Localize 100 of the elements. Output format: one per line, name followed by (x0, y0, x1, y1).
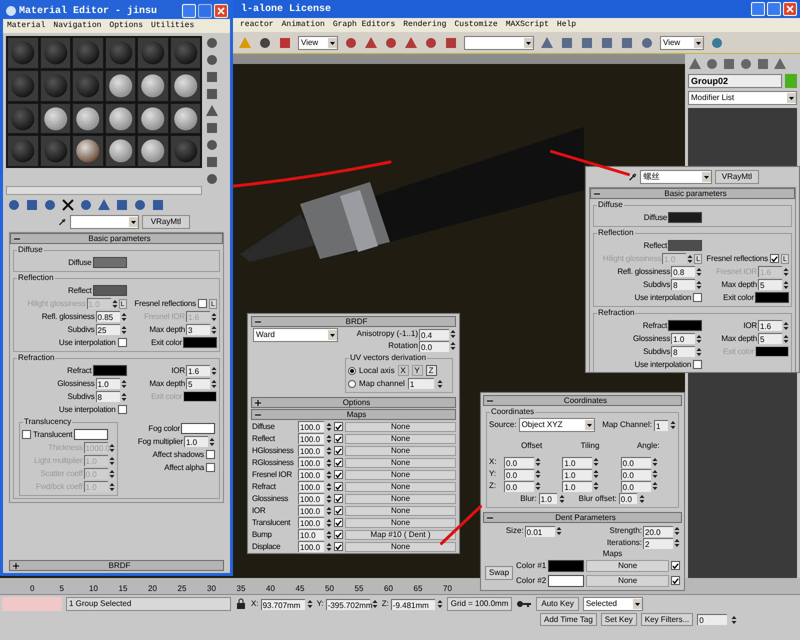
script-listener-field[interactable] (2, 597, 62, 611)
panel-tab-icon[interactable] (705, 57, 719, 71)
checkbox[interactable] (334, 482, 343, 491)
spinner-icon[interactable] (670, 420, 676, 430)
spinner-field[interactable]: 8 (96, 391, 120, 402)
menu-item[interactable]: Animation (282, 19, 325, 31)
checkbox[interactable] (693, 360, 702, 369)
side-tool-icon[interactable] (205, 53, 219, 67)
material-type-button[interactable]: VRayMtl (714, 170, 759, 184)
spinner-icon[interactable] (326, 506, 332, 516)
color-swatch[interactable] (548, 574, 584, 586)
color-swatch[interactable] (92, 257, 127, 268)
checkbox[interactable] (118, 405, 127, 414)
material-sample-slot[interactable] (170, 70, 201, 102)
checkbox[interactable] (671, 576, 680, 585)
spinner-field[interactable]: 1 (654, 420, 668, 430)
spinner-icon[interactable] (326, 434, 332, 444)
color-swatch[interactable] (74, 429, 108, 440)
spinner-field[interactable]: 8 (671, 346, 696, 357)
map-button[interactable]: Map #10 ( Dent ) (345, 530, 456, 540)
spinner-icon[interactable] (326, 542, 332, 552)
spinner-field[interactable]: 10.0 (298, 529, 324, 540)
spinner-field[interactable]: 1.6 (186, 365, 210, 376)
material-sample-slot[interactable] (137, 70, 168, 102)
panel-tab-icon[interactable] (688, 57, 702, 71)
source-dropdown[interactable]: Object XYZ (518, 418, 595, 432)
menu-item[interactable]: Utilities (151, 20, 194, 32)
spinner-field[interactable]: 100.0 (298, 493, 324, 504)
collapse-icon[interactable] (255, 412, 261, 418)
axis-button[interactable]: Z (426, 365, 437, 376)
menu-item[interactable]: Graph Editors (332, 19, 396, 31)
panel-tab-icon[interactable] (722, 57, 736, 71)
checkbox[interactable] (334, 446, 343, 455)
map-button[interactable]: None (345, 482, 456, 492)
rollout-header[interactable]: Basic parameters (590, 188, 795, 199)
color-swatch[interactable] (668, 240, 702, 251)
swap-button[interactable]: Swap (485, 566, 514, 580)
material-sample-slot[interactable] (170, 102, 201, 134)
checkbox[interactable] (693, 293, 702, 302)
map-button[interactable]: None (345, 422, 456, 432)
spinner-field[interactable]: 100.0 (298, 541, 324, 552)
collapse-icon[interactable] (255, 318, 261, 324)
collapse-icon[interactable] (487, 514, 493, 520)
side-tool-icon[interactable] (205, 138, 219, 152)
color-swatch[interactable] (92, 285, 127, 296)
checkbox[interactable] (206, 463, 215, 472)
spinner-field[interactable]: 100.0 (298, 481, 324, 492)
spinner-icon[interactable] (326, 458, 332, 468)
spinner-field[interactable]: 100.0 (298, 517, 324, 528)
add-time-tag-button[interactable]: Add Time Tag (540, 613, 597, 626)
side-tool-icon[interactable] (205, 70, 219, 84)
checkbox[interactable] (334, 494, 343, 503)
spinner-field[interactable]: -395.702mm (326, 598, 370, 610)
radio-button[interactable] (348, 366, 356, 374)
collapse-icon[interactable] (487, 398, 493, 404)
color-swatch[interactable] (548, 560, 584, 572)
expand-icon[interactable] (255, 400, 261, 406)
spinner-icon[interactable] (326, 422, 332, 432)
material-sample-slot[interactable] (40, 102, 71, 134)
spinner-icon[interactable] (326, 482, 332, 492)
brdf-type-dropdown[interactable]: Ward (253, 328, 338, 342)
restore-button[interactable] (767, 2, 781, 16)
side-tool-icon[interactable] (205, 172, 219, 186)
selection-set-dropdown[interactable] (464, 36, 534, 50)
map-button[interactable]: None (345, 506, 456, 516)
color-swatch[interactable] (92, 365, 127, 376)
map-button[interactable]: None (345, 542, 456, 552)
map-button[interactable]: None (345, 518, 456, 528)
spinner-field[interactable]: 1.0 (96, 378, 120, 389)
checkbox[interactable] (334, 530, 343, 539)
spinner-field[interactable]: 0.8 (671, 266, 696, 277)
spinner-field[interactable]: 1 (408, 378, 434, 389)
spinner-field[interactable]: 100.0 (298, 469, 324, 480)
set-key-button[interactable]: Set Key (600, 613, 637, 626)
spinner-field[interactable]: 0.0 (504, 468, 534, 480)
auto-key-button[interactable]: Auto Key (536, 597, 579, 611)
material-sample-slot[interactable] (104, 70, 136, 102)
spinner-field[interactable]: 100.0 (298, 505, 324, 516)
rollout-header[interactable]: BRDF (9, 560, 224, 571)
view-dropdown[interactable]: View (298, 36, 338, 50)
rollout-header[interactable]: Basic parameters (10, 233, 223, 244)
spinner-field[interactable]: 0.4 (419, 328, 449, 340)
map-button[interactable]: None (345, 494, 456, 504)
spinner-field[interactable]: 0.0 (620, 456, 651, 468)
checkbox[interactable] (334, 518, 343, 527)
checkbox[interactable] (671, 561, 680, 570)
spinner-field[interactable]: 3 (186, 324, 210, 335)
spinner-field[interactable]: -9.481mm (390, 598, 435, 610)
material-sample-slot[interactable] (137, 135, 168, 167)
spinner-field[interactable]: 1.0 (562, 480, 592, 492)
object-name-field[interactable]: Group02 (688, 74, 782, 88)
menu-item[interactable]: reactor (240, 19, 274, 31)
checkbox[interactable] (198, 299, 207, 308)
material-type-button[interactable]: VRayMtl (142, 215, 190, 229)
panel-tab-icon[interactable] (756, 57, 770, 71)
spinner-icon[interactable] (326, 446, 332, 456)
spinner-icon[interactable] (436, 378, 443, 388)
minimize-button[interactable] (751, 2, 765, 16)
spinner-field[interactable]: 0.0 (618, 493, 637, 504)
spinner-field[interactable]: 5 (758, 333, 782, 344)
